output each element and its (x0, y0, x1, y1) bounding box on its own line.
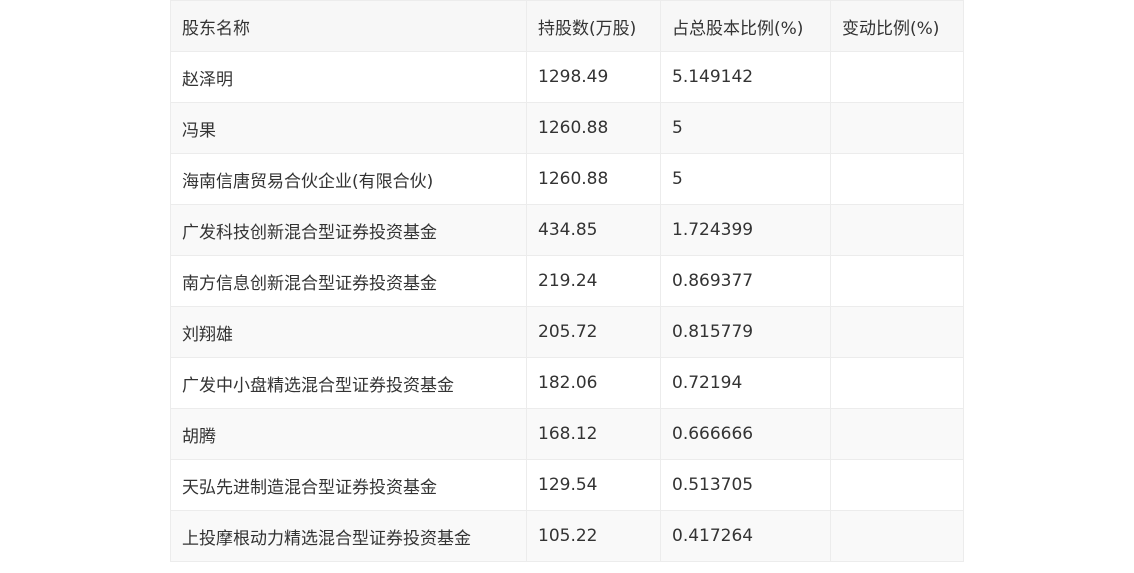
cell-shareholder-name: 海南信唐贸易合伙企业(有限合伙) (170, 153, 527, 205)
table-row: 冯果 1260.88 5 (170, 102, 964, 154)
header-shareholder-name: 股东名称 (170, 0, 527, 52)
header-shares-held: 持股数(万股) (526, 0, 661, 52)
cell-share-ratio: 5 (660, 102, 831, 154)
cell-change-ratio (830, 459, 964, 511)
cell-shares-held: 105.22 (526, 510, 661, 562)
table-row: 刘翔雄 205.72 0.815779 (170, 306, 964, 358)
cell-share-ratio: 0.666666 (660, 408, 831, 460)
table-row: 天弘先进制造混合型证券投资基金 129.54 0.513705 (170, 459, 964, 511)
cell-change-ratio (830, 510, 964, 562)
shareholder-table: 股东名称 持股数(万股) 占总股本比例(%) 变动比例(%) 赵泽明 1298.… (170, 0, 964, 562)
cell-change-ratio (830, 204, 964, 256)
cell-share-ratio: 5.149142 (660, 51, 831, 103)
cell-shareholder-name: 广发中小盘精选混合型证券投资基金 (170, 357, 527, 409)
cell-shareholder-name: 刘翔雄 (170, 306, 527, 358)
cell-shareholder-name: 广发科技创新混合型证券投资基金 (170, 204, 527, 256)
cell-shares-held: 168.12 (526, 408, 661, 460)
table-row: 海南信唐贸易合伙企业(有限合伙) 1260.88 5 (170, 153, 964, 205)
cell-share-ratio: 0.513705 (660, 459, 831, 511)
cell-shareholder-name: 南方信息创新混合型证券投资基金 (170, 255, 527, 307)
cell-share-ratio: 5 (660, 153, 831, 205)
cell-shareholder-name: 上投摩根动力精选混合型证券投资基金 (170, 510, 527, 562)
cell-change-ratio (830, 255, 964, 307)
cell-share-ratio: 1.724399 (660, 204, 831, 256)
cell-shares-held: 219.24 (526, 255, 661, 307)
table-row: 南方信息创新混合型证券投资基金 219.24 0.869377 (170, 255, 964, 307)
cell-share-ratio: 0.72194 (660, 357, 831, 409)
cell-shares-held: 1260.88 (526, 153, 661, 205)
cell-change-ratio (830, 408, 964, 460)
cell-shares-held: 434.85 (526, 204, 661, 256)
header-change-ratio: 变动比例(%) (830, 0, 964, 52)
cell-change-ratio (830, 306, 964, 358)
cell-share-ratio: 0.815779 (660, 306, 831, 358)
cell-share-ratio: 0.417264 (660, 510, 831, 562)
cell-shareholder-name: 冯果 (170, 102, 527, 154)
cell-shares-held: 182.06 (526, 357, 661, 409)
cell-shares-held: 1260.88 (526, 102, 661, 154)
cell-shareholder-name: 胡腾 (170, 408, 527, 460)
cell-change-ratio (830, 357, 964, 409)
table-row: 上投摩根动力精选混合型证券投资基金 105.22 0.417264 (170, 510, 964, 562)
cell-change-ratio (830, 153, 964, 205)
cell-shareholder-name: 赵泽明 (170, 51, 527, 103)
header-share-ratio: 占总股本比例(%) (660, 0, 831, 52)
cell-shares-held: 129.54 (526, 459, 661, 511)
cell-shareholder-name: 天弘先进制造混合型证券投资基金 (170, 459, 527, 511)
table-row: 赵泽明 1298.49 5.149142 (170, 51, 964, 103)
table-header-row: 股东名称 持股数(万股) 占总股本比例(%) 变动比例(%) (170, 0, 964, 52)
table-row: 广发中小盘精选混合型证券投资基金 182.06 0.72194 (170, 357, 964, 409)
cell-shares-held: 1298.49 (526, 51, 661, 103)
cell-change-ratio (830, 51, 964, 103)
shareholder-table-container: 股东名称 持股数(万股) 占总股本比例(%) 变动比例(%) 赵泽明 1298.… (170, 0, 964, 562)
table-row: 胡腾 168.12 0.666666 (170, 408, 964, 460)
cell-shares-held: 205.72 (526, 306, 661, 358)
cell-change-ratio (830, 102, 964, 154)
table-row: 广发科技创新混合型证券投资基金 434.85 1.724399 (170, 204, 964, 256)
cell-share-ratio: 0.869377 (660, 255, 831, 307)
